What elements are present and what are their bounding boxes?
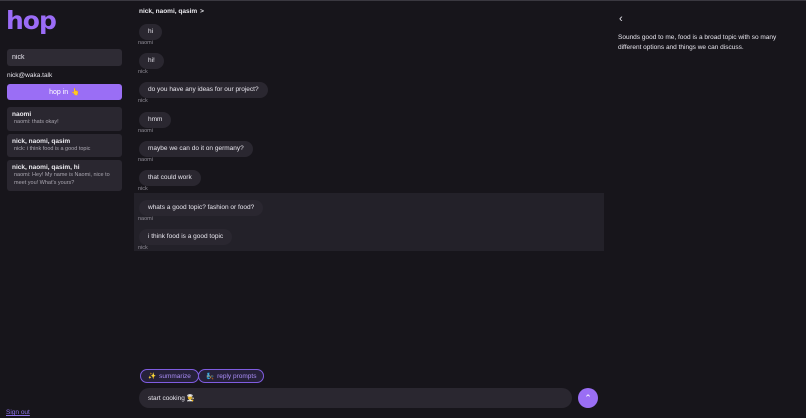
- chat-header[interactable]: nick, naomi, qasim >: [139, 8, 204, 15]
- chat-area: nick, naomi, qasim > hi naomi hi! nick d…: [134, 1, 604, 418]
- conversation-preview: naomi: Hey! My name is Naomi, nice to me…: [14, 172, 110, 186]
- suggestion-text: Sounds good to me, food is a broad topic…: [618, 34, 777, 51]
- message-sender: nick: [138, 98, 148, 104]
- conversation-title: naomi: [12, 111, 32, 118]
- message-input[interactable]: [139, 388, 572, 408]
- message: that could work nick: [134, 166, 604, 193]
- conversation-preview: nick: i think food is a good topic: [14, 145, 91, 152]
- conversation-title: nick, naomi, qasim: [12, 137, 71, 145]
- message-bubble: whats a good topic? fashion or food?: [139, 200, 264, 216]
- sidebar: hop nick@waka.talk hop in 👆 naomi naomi:…: [0, 1, 130, 418]
- message-bubble: that could work: [139, 170, 201, 186]
- sign-out-link[interactable]: Sign out: [6, 409, 30, 416]
- conversation-preview: naomi: thats okay!: [14, 119, 59, 125]
- message-bubble: maybe we can do it on germany?: [139, 141, 253, 157]
- hop-in-button[interactable]: hop in 👆: [7, 84, 122, 100]
- message: maybe we can do it on germany? naomi: [134, 137, 604, 164]
- message-sender: naomi: [138, 128, 153, 134]
- message: hi! nick: [134, 49, 604, 76]
- message-sender: nick: [138, 186, 148, 192]
- chat-title: nick, naomi, qasim: [139, 8, 198, 15]
- conversation-item-naomi[interactable]: naomi naomi: thats okay!: [7, 107, 122, 131]
- arrow-up-icon: ⌃: [584, 392, 592, 403]
- message: hmm naomi: [134, 108, 604, 135]
- message-sender: nick: [138, 245, 148, 251]
- message-bubble: hmm: [139, 112, 172, 128]
- conversation-title: nick, naomi, qasim, hi: [12, 164, 80, 171]
- summarize-label: summarize: [159, 372, 191, 380]
- conversation-item-nick-naomi-qasim-hi[interactable]: nick, naomi, qasim, hi naomi: Hey! My na…: [7, 160, 122, 191]
- pointing-hand-icon: 👆: [71, 89, 80, 96]
- message: whats a good topic? fashion or food? nao…: [134, 193, 604, 222]
- suggestion-panel: ‹ Sounds good to me, food is a broad top…: [604, 1, 806, 418]
- user-search-input[interactable]: [7, 49, 122, 66]
- message-sender: naomi: [138, 40, 153, 46]
- back-chevron-icon[interactable]: ‹: [619, 13, 623, 25]
- message-bubble: i think food is a good topic: [139, 229, 233, 245]
- chevron-right-icon: >: [200, 8, 204, 15]
- conversation-item-nick-naomi-qasim[interactable]: nick, naomi, qasim nick: i think food is…: [7, 133, 122, 157]
- message: hi naomi: [134, 20, 604, 47]
- message-sender: naomi: [138, 157, 153, 163]
- genie-icon: 🧞: [206, 373, 215, 380]
- message-bubble: do you have any ideas for our project?: [139, 82, 268, 98]
- sparkles-icon: ✨: [148, 373, 157, 380]
- message-bubble: hi: [139, 24, 163, 40]
- message-bubble: hi!: [139, 53, 164, 69]
- conversation-list: naomi naomi: thats okay! nick, naomi, qa…: [7, 107, 122, 194]
- hop-logo: hop: [6, 6, 57, 35]
- send-button[interactable]: ⌃: [578, 388, 598, 408]
- message: do you have any ideas for our project? n…: [134, 78, 604, 105]
- reply-prompts-label: reply prompts: [217, 372, 257, 380]
- message-sender: nick: [138, 69, 148, 75]
- summarize-button[interactable]: ✨ summarize: [140, 369, 199, 383]
- app-window: hop nick@waka.talk hop in 👆 naomi naomi:…: [0, 0, 806, 418]
- user-email: nick@waka.talk: [7, 72, 53, 79]
- reply-prompts-button[interactable]: 🧞 reply prompts: [198, 369, 265, 383]
- hop-in-label: hop in: [49, 88, 69, 96]
- message: i think food is a good topic nick: [134, 222, 604, 251]
